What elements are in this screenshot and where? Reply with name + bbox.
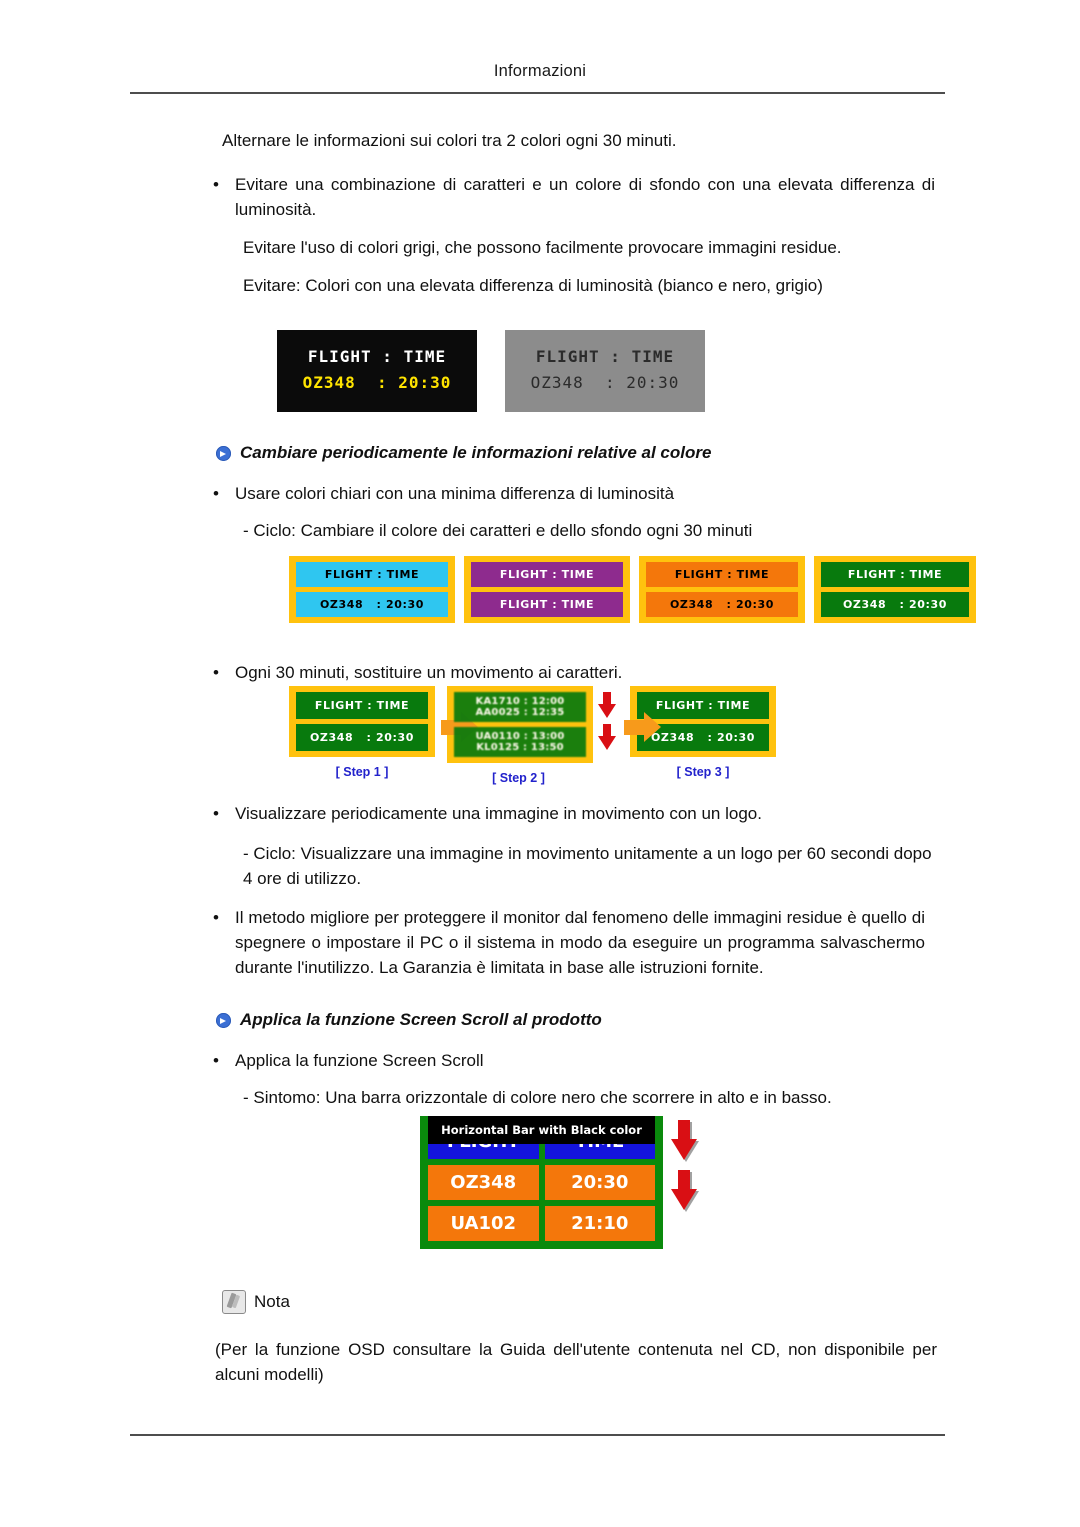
flight-board-row-3: UA102 21:10 [428,1206,655,1241]
note-pencil-icon [222,1290,246,1314]
step-3-label: [ Step 3 ] [676,765,730,779]
down-arrow-icon-large-1 [671,1120,697,1160]
gray-panel-line2: OZ348 : 20:30 [530,373,680,392]
black-panel-line1: FLIGHT : TIME [307,347,447,366]
step-1: FLIGHT : TIME OZ348 : 20:30 [ Step 1 ] [289,686,435,779]
color-cycle-note: - Ciclo: Cambiare il colore dei caratter… [243,521,753,540]
bullet-avoid-combination: • Evitare una combinazione di caratteri … [213,172,935,222]
cyan-board: FLIGHT : TIME OZ348 : 20:30 [289,556,455,623]
row-3-right: 21:10 [544,1206,655,1241]
step-sequence: FLIGHT : TIME OZ348 : 20:30 [ Step 1 ] K… [289,686,776,785]
bullet-moving-image-logo: • Visualizzare periodicamente una immagi… [213,801,935,826]
bullet-moving-image-logo-text: Visualizzare periodicamente una immagine… [235,804,762,823]
bar-scroll-arrows [671,1120,697,1210]
blue-arrow-bullet-icon [216,446,231,461]
black-flight-panel: FLIGHT : TIME OZ348 : 20:30 [277,330,477,412]
footer-divider [130,1434,945,1436]
step-1-line1: FLIGHT : TIME [296,692,428,719]
section-heading-screen-scroll: Applica la funzione Screen Scroll al pro… [216,1009,936,1031]
bullet-best-method: • Il metodo migliore per proteggere il m… [213,905,935,980]
section-heading-screen-scroll-text: Applica la funzione Screen Scroll al pro… [240,1010,602,1029]
bullet-marker: • [213,175,219,194]
down-arrow-icon-1 [598,692,616,718]
section-heading-color-change: Cambiare periodicamente le informazioni … [216,442,936,464]
bullet-character-motion-text: Ogni 30 minuti, sostituire un movimento … [235,663,623,682]
avoid-high-contrast-text: Evitare: Colori con una elevata differen… [243,276,823,295]
bullet-avoid-combination-text: Evitare una combinazione di caratteri e … [235,175,935,219]
note-label: Nota [254,1292,290,1311]
step-2-line2: UA0110 : 13:00 KL0125 : 13:50 [454,727,586,757]
color-cycle-boards: FLIGHT : TIME OZ348 : 20:30 FLIGHT : TIM… [289,556,976,623]
bullet-marker: • [213,1051,219,1070]
bullet-use-light-colors: • Usare colori chiari con una minima dif… [213,481,935,506]
orange-board: FLIGHT : TIME OZ348 : 20:30 [639,556,805,623]
green-board-line1: FLIGHT : TIME [821,562,969,587]
purple-board: FLIGHT : TIME FLIGHT : TIME [464,556,630,623]
step-1-line2: OZ348 : 20:30 [296,724,428,751]
step-2-line1: KA1710 : 12:00 AA0025 : 12:35 [454,692,586,722]
note-text: (Per la funzione OSD consultare la Guida… [215,1340,937,1384]
bullet-best-method-text: Il metodo migliore per proteggere il mon… [235,908,925,977]
green-board: FLIGHT : TIME OZ348 : 20:30 [814,556,976,623]
green-board-line2: OZ348 : 20:30 [821,592,969,617]
step-1-board: FLIGHT : TIME OZ348 : 20:30 [289,686,435,757]
gray-panel-line1: FLIGHT : TIME [535,347,675,366]
bullet-apply-screen-scroll-text: Applica la funzione Screen Scroll [235,1051,484,1070]
flight-board-row-2: OZ348 20:30 [428,1165,655,1200]
row-3-left: UA102 [428,1206,539,1241]
gray-flight-panel: FLIGHT : TIME OZ348 : 20:30 [505,330,705,412]
document-page: Informazioni Alternare le informazioni s… [0,0,1080,1527]
horizontal-bar-illustration: Horizontal Bar with Black color FLIGHT T… [420,1116,697,1249]
logo-cycle-note: - Ciclo: Visualizzare una immagine in mo… [243,844,932,888]
bullet-apply-screen-scroll: • Applica la funzione Screen Scroll [213,1048,935,1073]
bullet-marker: • [213,908,219,927]
orange-board-line2: OZ348 : 20:30 [646,592,798,617]
scroll-symptom-text: - Sintomo: Una barra orizzontale di colo… [243,1088,832,1107]
step-1-label: [ Step 1 ] [335,765,389,779]
flight-display-examples: FLIGHT : TIME OZ348 : 20:30 FLIGHT : TIM… [277,330,705,412]
scroll-direction-arrows [598,692,616,750]
black-bar-overlay: Horizontal Bar with Black color [428,1116,655,1144]
bullet-marker: • [213,484,219,503]
avoid-gray-text: Evitare l'uso di colori grigi, che posso… [243,238,842,257]
step-2: KA1710 : 12:00 AA0025 : 12:35 UA0110 : 1… [447,686,618,785]
page-header-title: Informazioni [493,62,587,80]
down-arrow-icon-2 [598,724,616,750]
cyan-board-line2: OZ348 : 20:30 [296,592,448,617]
purple-board-line2: FLIGHT : TIME [471,592,623,617]
down-arrow-icon-large-2 [671,1170,697,1210]
bullet-use-light-colors-text: Usare colori chiari con una minima diffe… [235,484,675,503]
black-panel-line2: OZ348 : 20:30 [302,373,452,392]
flight-board: Horizontal Bar with Black color FLIGHT T… [420,1116,663,1249]
purple-board-line1: FLIGHT : TIME [471,562,623,587]
cyan-board-line1: FLIGHT : TIME [296,562,448,587]
orange-board-line1: FLIGHT : TIME [646,562,798,587]
bullet-character-motion: • Ogni 30 minuti, sostituire un moviment… [213,660,935,685]
bullet-marker: • [213,804,219,823]
blue-arrow-bullet-icon [216,1013,231,1028]
header-divider [130,92,945,94]
row-2-left: OZ348 [428,1165,539,1200]
step-2-label: [ Step 2 ] [492,771,545,785]
bullet-marker: • [213,663,219,682]
note-header: Nota [222,1290,290,1314]
row-2-right: 20:30 [544,1165,655,1200]
section-heading-color-change-text: Cambiare periodicamente le informazioni … [240,443,712,462]
lead-paragraph: Alternare le informazioni sui colori tra… [222,131,677,150]
